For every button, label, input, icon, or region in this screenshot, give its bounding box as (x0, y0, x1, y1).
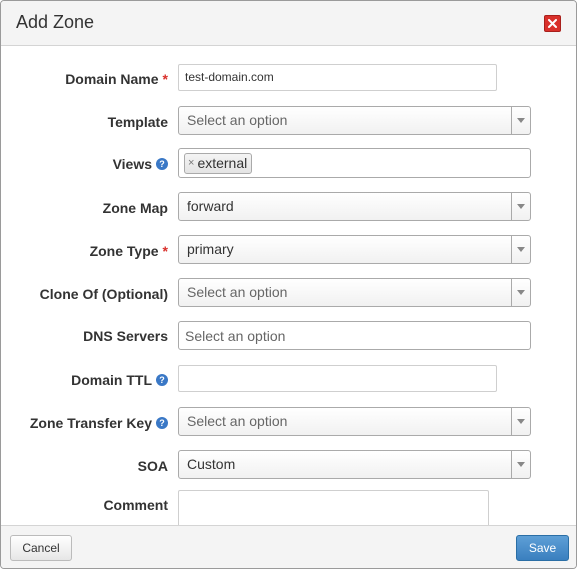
soa-select[interactable]: Custom (178, 450, 531, 479)
domain-ttl-label: Domain TTL ? (71, 364, 168, 396)
chevron-down-icon (511, 451, 530, 478)
dialog-header: Add Zone (1, 1, 576, 46)
template-label: Template (107, 114, 168, 130)
chevron-down-icon (511, 408, 530, 435)
soa-label: SOA (137, 458, 168, 474)
close-button[interactable] (544, 15, 561, 32)
dns-servers-multiselect[interactable]: Select an option (178, 321, 531, 350)
dialog-body: Domain Name * test-domain.com Template S… (1, 47, 576, 525)
view-tag-external: × external (184, 153, 253, 174)
dns-servers-label: DNS Servers (83, 328, 168, 344)
save-button[interactable]: Save (516, 535, 569, 561)
views-multiselect[interactable]: × external (178, 148, 531, 178)
zone-type-select[interactable]: primary (178, 235, 531, 264)
cancel-button[interactable]: Cancel (10, 535, 72, 561)
zone-transfer-key-select[interactable]: Select an option (178, 407, 531, 436)
required-marker: * (162, 243, 168, 259)
zone-type-row: Zone Type * primary (1, 235, 576, 267)
comment-label: Comment (103, 497, 168, 513)
domain-name-row: Domain Name * test-domain.com (1, 63, 576, 95)
comment-row: Comment (1, 489, 576, 525)
remove-tag-icon[interactable]: × (188, 154, 194, 173)
views-label: Views ? (113, 148, 168, 180)
soa-row: SOA Custom (1, 450, 576, 482)
chevron-down-icon (511, 236, 530, 263)
zone-map-row: Zone Map forward (1, 192, 576, 224)
help-icon[interactable]: ? (156, 374, 168, 386)
clone-of-label: Clone Of (Optional) (39, 286, 168, 302)
add-zone-dialog: Add Zone Domain Name * test-domain.com T… (0, 0, 577, 569)
zone-map-label: Zone Map (102, 200, 168, 216)
zone-type-label: Zone Type * (90, 235, 168, 267)
zone-map-select[interactable]: forward (178, 192, 531, 221)
domain-ttl-field[interactable] (178, 365, 497, 392)
zone-transfer-key-label: Zone Transfer Key ? (30, 407, 168, 439)
domain-name-field[interactable]: test-domain.com (178, 64, 497, 91)
chevron-down-icon (511, 107, 530, 134)
close-icon (548, 19, 557, 28)
dns-servers-row: DNS Servers Select an option (1, 320, 576, 352)
zone-transfer-key-row: Zone Transfer Key ? Select an option (1, 407, 576, 439)
domain-ttl-row: Domain TTL ? (1, 364, 576, 396)
template-select[interactable]: Select an option (178, 106, 531, 135)
template-row: Template Select an option (1, 106, 576, 138)
help-icon[interactable]: ? (156, 417, 168, 429)
required-marker: * (162, 71, 168, 87)
dialog-footer: Cancel Save (1, 525, 576, 568)
clone-of-select[interactable]: Select an option (178, 278, 531, 307)
clone-of-row: Clone Of (Optional) Select an option (1, 278, 576, 310)
chevron-down-icon (511, 279, 530, 306)
domain-name-label: Domain Name * (65, 63, 168, 95)
help-icon[interactable]: ? (156, 158, 168, 170)
comment-textarea[interactable] (178, 490, 489, 525)
dialog-title: Add Zone (16, 12, 95, 32)
views-row: Views ? × external (1, 148, 576, 180)
chevron-down-icon (511, 193, 530, 220)
